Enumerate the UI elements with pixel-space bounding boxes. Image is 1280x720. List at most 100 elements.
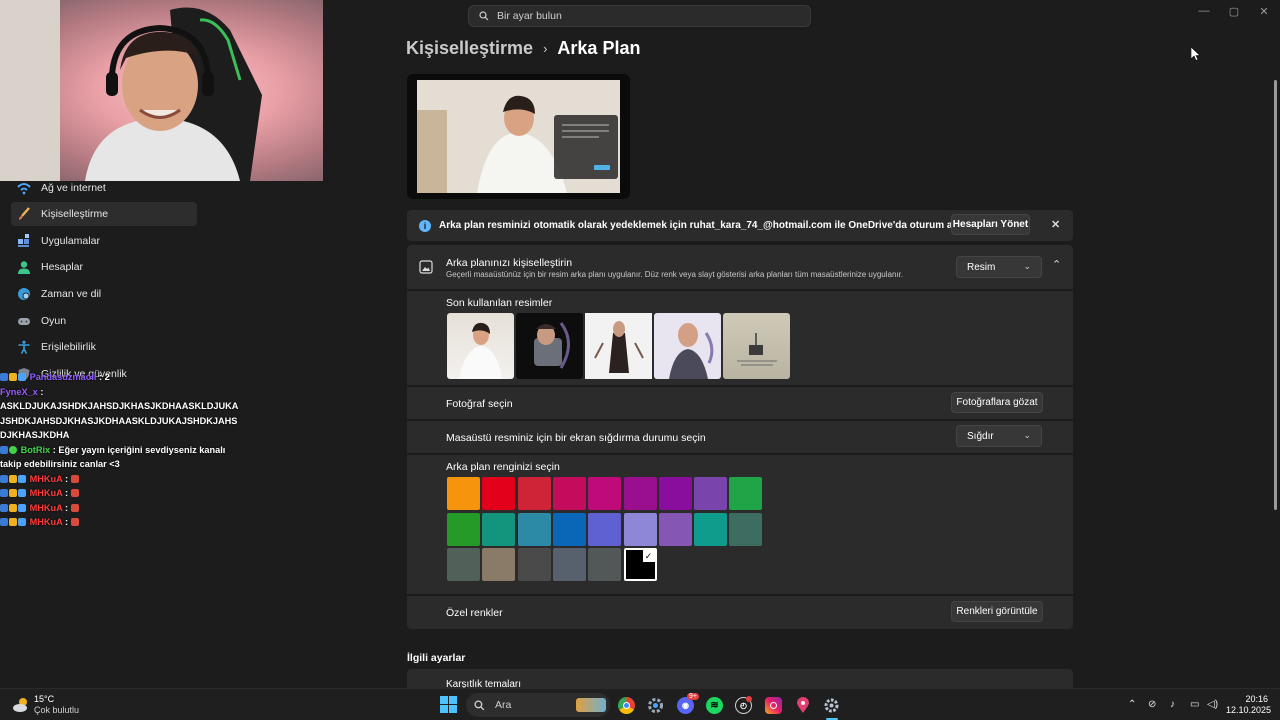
chat-message: MHKuA :	[0, 472, 330, 487]
emote-icon	[70, 518, 79, 526]
chat-username: MHKuA	[29, 502, 63, 513]
desktop-preview	[407, 74, 630, 199]
color-swatch[interactable]	[658, 477, 692, 510]
recent-image-thumbnail[interactable]	[447, 313, 514, 379]
chat-username: BotRix	[20, 444, 51, 455]
chat-username: MHKuA	[29, 473, 63, 484]
color-swatch[interactable]	[694, 512, 728, 546]
taskbar: 15°C Çok bulutlu Ara ◉ 9+ ≋ ◴ ⌃ ⊘ ♪ ▭ ◁)…	[0, 688, 1280, 720]
weather-widget[interactable]: 15°C Çok bulutlu	[12, 694, 79, 716]
sidebar-item-time-language[interactable]: Zaman ve dil	[11, 282, 197, 306]
breadcrumb-parent-link[interactable]: Kişiselleştirme	[406, 38, 533, 59]
divider	[407, 289, 1073, 291]
spotify-icon[interactable]: ≋	[706, 697, 723, 714]
wifi-icon	[17, 181, 31, 195]
chat-message	[0, 356, 330, 370]
clock-time: 20:16	[1245, 694, 1268, 704]
collapse-chevron-up-icon[interactable]: ⌃	[1052, 258, 1061, 271]
close-icon[interactable]: ✕	[1051, 218, 1060, 231]
recent-image-thumbnail[interactable]	[723, 313, 790, 379]
chevron-down-icon: ⌄	[1023, 261, 1031, 271]
color-swatch[interactable]	[694, 477, 728, 510]
sidebar-item-gaming[interactable]: Oyun	[11, 309, 197, 333]
badge-icon	[9, 518, 17, 526]
color-swatch[interactable]	[482, 512, 516, 546]
scrollbar-thumb[interactable]	[1274, 80, 1277, 510]
background-type-select[interactable]: Resim ⌄	[956, 256, 1042, 278]
color-swatch[interactable]	[552, 548, 586, 581]
color-swatch[interactable]	[482, 477, 516, 510]
browse-photos-button[interactable]: Fotoğraflara gözat	[951, 392, 1043, 413]
taskbar-search-box[interactable]: Ara	[466, 693, 610, 717]
manage-accounts-button[interactable]: Hesapları Yönet	[951, 214, 1030, 235]
wallpaper-preview-image	[417, 80, 620, 193]
color-swatch[interactable]	[517, 512, 551, 546]
map-pin-icon[interactable]	[794, 697, 811, 714]
related-settings-item[interactable]: Karşıtlık temaları	[407, 669, 1073, 689]
divider	[407, 385, 1073, 387]
color-swatch[interactable]	[588, 548, 622, 581]
close-window-button[interactable]: ✕	[1250, 3, 1278, 19]
sidebar-item-apps[interactable]: Uygulamalar	[11, 229, 197, 253]
chat-message: FyneX_x :	[0, 386, 44, 397]
clock[interactable]: 20:16 12.10.2025	[1226, 694, 1271, 716]
checkmark-icon: ✓	[642, 550, 655, 562]
badge-icon	[0, 489, 8, 497]
maximize-button[interactable]: ▢	[1220, 3, 1248, 19]
breadcrumb-separator: ›	[543, 41, 548, 56]
color-swatch[interactable]	[482, 548, 516, 581]
sidebar-item-accounts[interactable]: Hesaplar	[11, 255, 197, 279]
color-swatch[interactable]	[447, 548, 480, 581]
notification-dot	[746, 696, 752, 702]
fit-mode-select[interactable]: Sığdır ⌄	[956, 425, 1042, 447]
color-swatch[interactable]	[552, 477, 586, 510]
settings-gear-taskbar-icon[interactable]	[823, 697, 840, 714]
settings-search-box[interactable]: Bir ayar bulun	[468, 5, 811, 27]
sidebar-item-personalization[interactable]: Kişiselleştirme	[11, 202, 197, 226]
sidebar-item-label: Uygulamalar	[41, 235, 100, 247]
sidebar-item-label: Oyun	[41, 315, 67, 327]
personalize-background-subtitle: Geçerli masaüstünüz için bir resim arka …	[446, 270, 904, 279]
color-swatch[interactable]	[623, 512, 657, 546]
color-swatch[interactable]	[552, 512, 586, 546]
weather-temperature: 15°C	[34, 694, 55, 704]
color-swatch[interactable]	[588, 477, 622, 510]
color-swatch[interactable]: ✓	[623, 548, 657, 581]
view-colors-button[interactable]: Renkleri görüntüle	[951, 601, 1043, 622]
recent-image-thumbnail[interactable]	[585, 313, 652, 379]
chat-message: ASKLDJUKAJSHDKJAHSDJKHASJKDHAASKLDJUKAJS…	[0, 399, 240, 443]
color-swatch[interactable]	[447, 512, 480, 546]
network-off-icon[interactable]: ⊘	[1148, 699, 1156, 710]
minimize-button[interactable]: —	[1190, 3, 1218, 19]
search-placeholder: Bir ayar bulun	[497, 10, 562, 22]
microphone-icon[interactable]: ♪	[1170, 699, 1175, 710]
color-swatch[interactable]	[517, 477, 551, 510]
display-icon[interactable]: ▭	[1190, 699, 1199, 710]
personalize-background-title: Arka planınızı kişiselleştirin	[446, 257, 573, 269]
chat-username: FyneX_x	[0, 386, 38, 397]
start-button-icon[interactable]	[440, 696, 457, 713]
volume-icon[interactable]: ◁)	[1207, 699, 1218, 710]
sidebar-item-label: Erişilebilirlik	[41, 341, 96, 353]
related-settings-title: İlgili ayarlar	[407, 652, 466, 664]
color-swatch[interactable]	[658, 512, 692, 546]
color-swatch[interactable]	[517, 548, 551, 581]
recent-image-thumbnail[interactable]	[516, 313, 583, 379]
color-swatch[interactable]	[729, 512, 763, 546]
instagram-icon[interactable]	[765, 697, 782, 714]
color-swatch[interactable]	[623, 477, 657, 510]
recent-image-thumbnail[interactable]	[654, 313, 721, 379]
settings-app-icon[interactable]	[647, 697, 664, 714]
chrome-icon[interactable]	[618, 697, 635, 714]
color-swatch[interactable]	[588, 512, 622, 546]
image-icon	[419, 260, 433, 277]
badge-icon	[0, 373, 8, 381]
webcam-overlay	[0, 0, 323, 181]
divider	[407, 419, 1073, 421]
chat-username: MHKuA	[29, 488, 63, 498]
color-swatch[interactable]	[447, 477, 480, 510]
info-bar-text: Arka plan resminizi otomatik olarak yede…	[439, 220, 970, 231]
chevron-up-tray-icon[interactable]: ⌃	[1128, 699, 1136, 710]
sidebar-item-network[interactable]: Ağ ve internet	[11, 176, 197, 200]
color-swatch[interactable]	[729, 477, 763, 510]
